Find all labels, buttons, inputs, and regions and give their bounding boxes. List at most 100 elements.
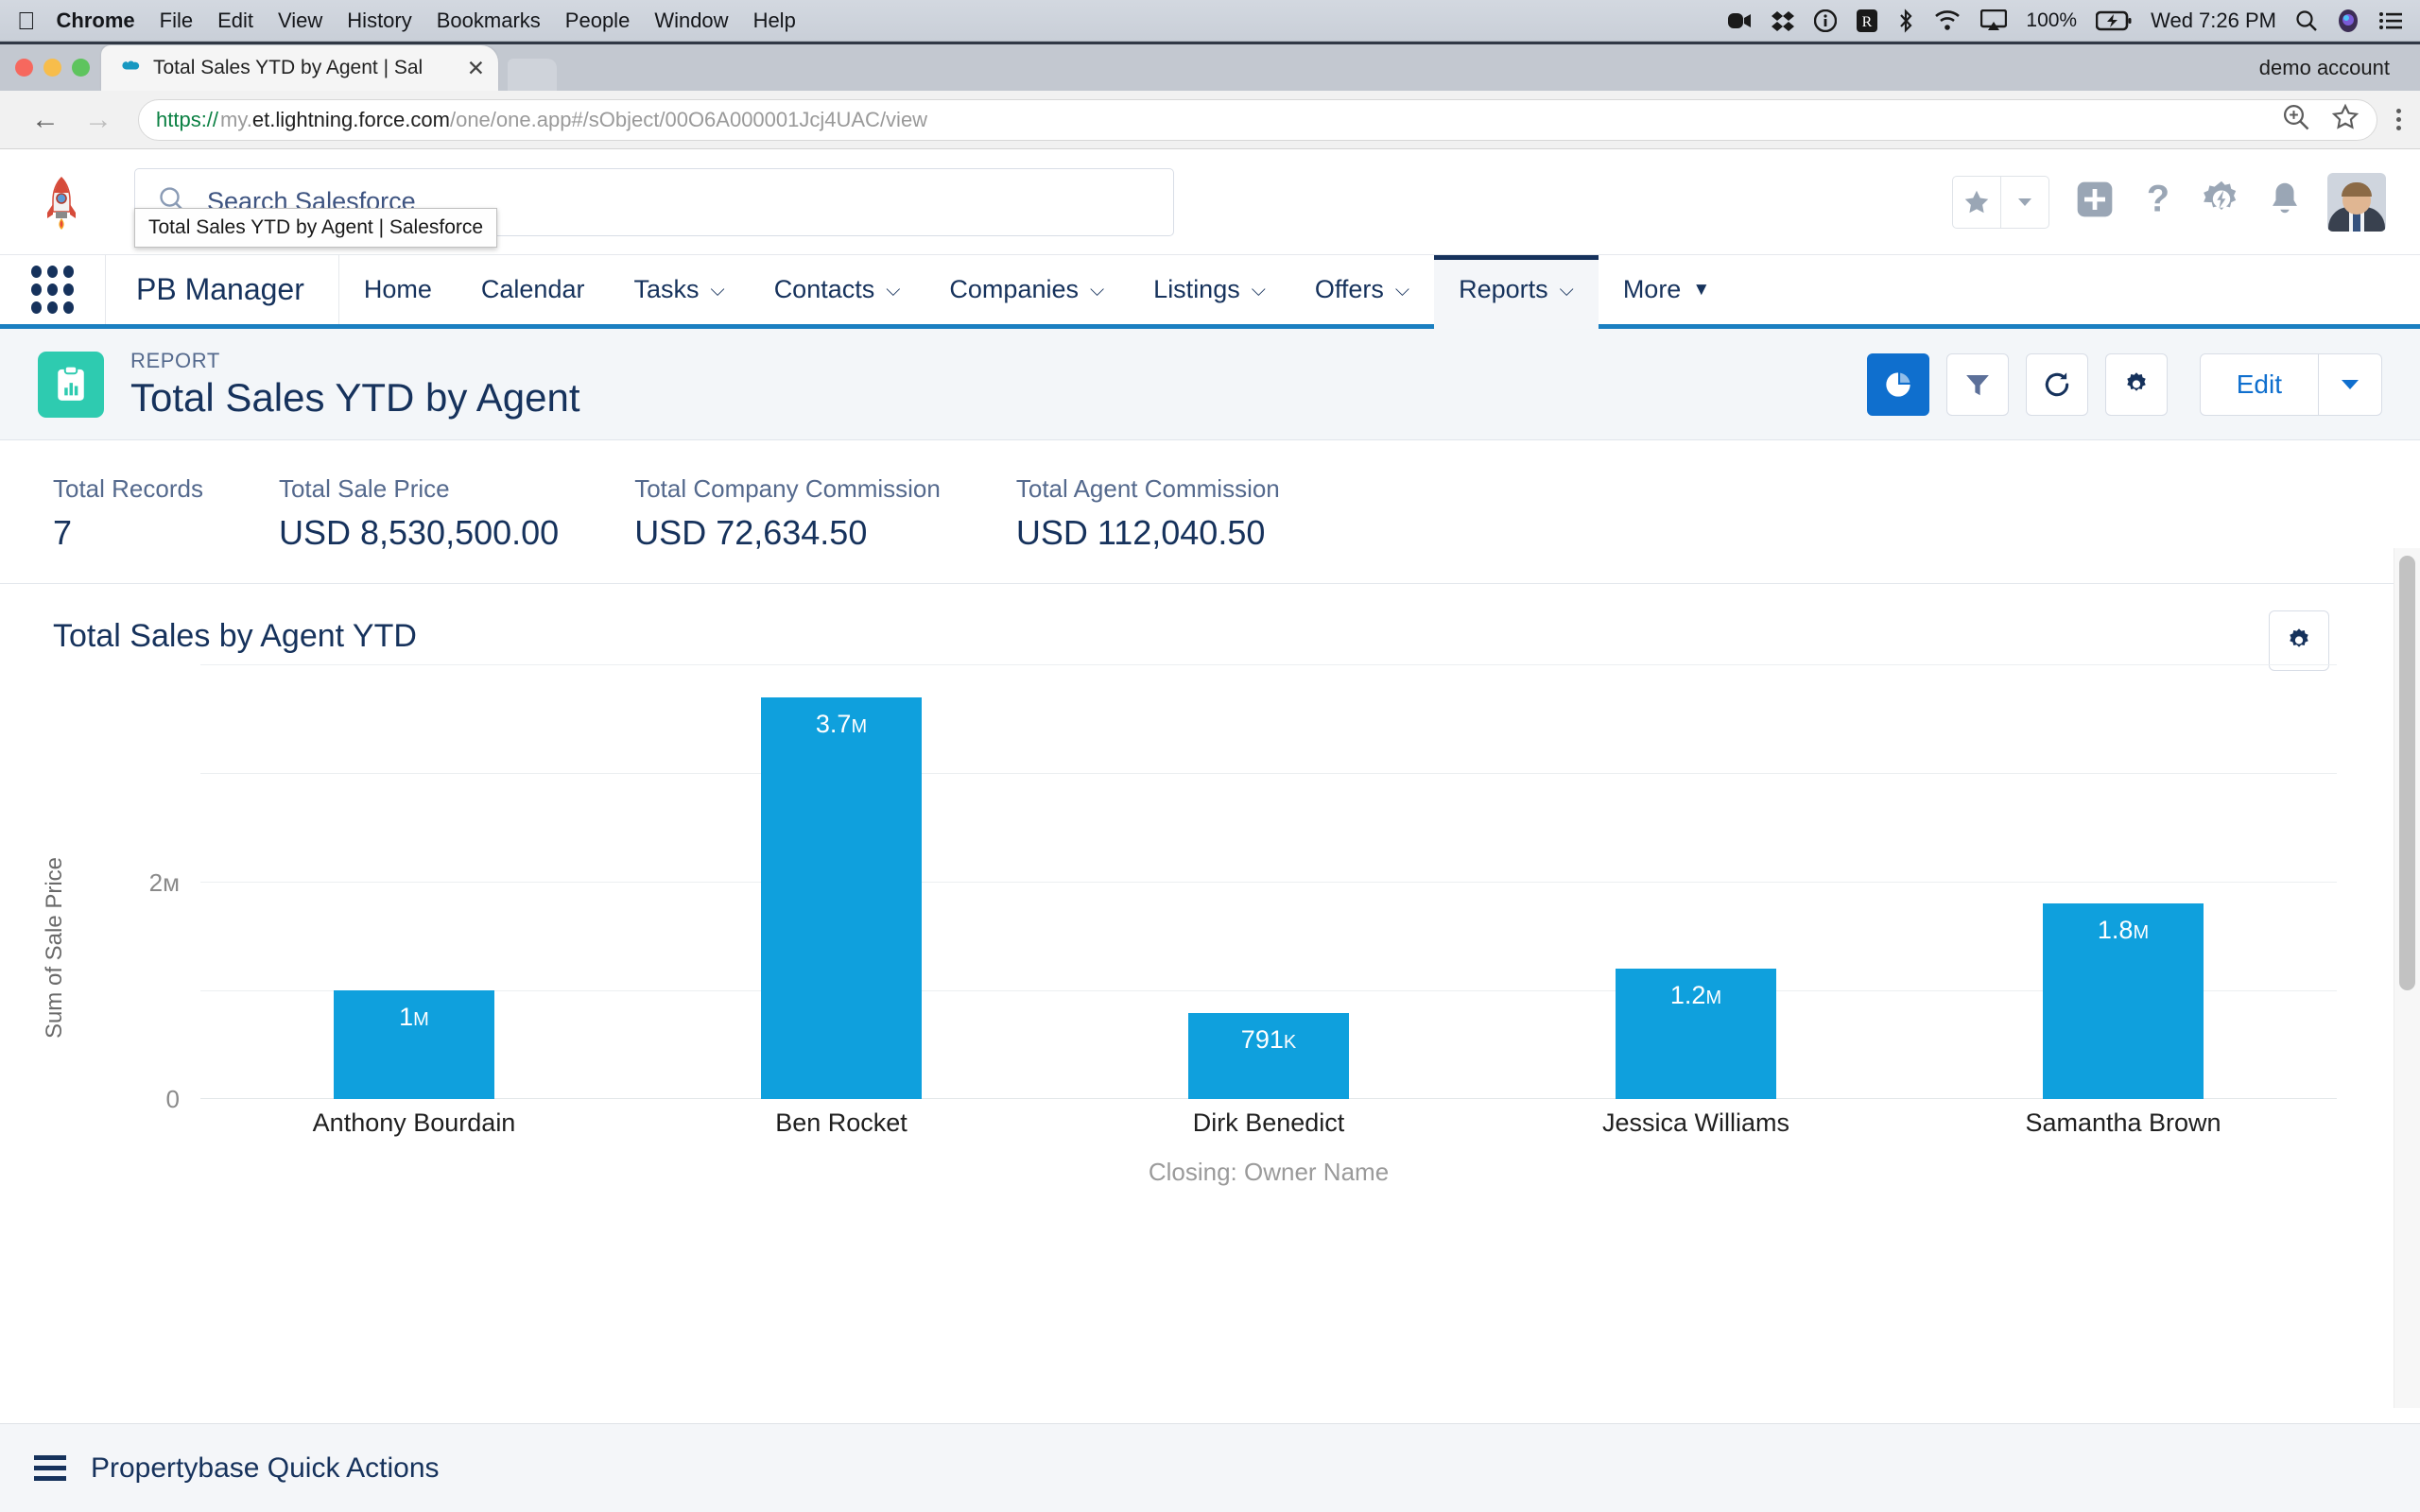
bar-slot: 1M <box>200 664 628 1099</box>
chart-bars-region: 1M 3.7M 791K 1.2M 1.8M <box>200 664 2337 1099</box>
bar[interactable]: 1.2M <box>1616 969 1776 1099</box>
chrome-menu-icon[interactable] <box>2396 109 2401 130</box>
menu-item-bookmarks[interactable]: Bookmarks <box>437 9 541 33</box>
nav-item-listings[interactable]: Listings ⌵ <box>1129 255 1290 324</box>
chart-toggle-button[interactable] <box>1866 352 1929 416</box>
nav-item-more[interactable]: More ▼ <box>1599 255 1735 324</box>
arrow-left-icon[interactable]: ← <box>19 104 72 136</box>
menu-item-people[interactable]: People <box>565 9 631 33</box>
apple-logo-icon[interactable]:  <box>17 9 36 33</box>
zoom-in-icon[interactable] <box>2282 103 2310 137</box>
x-tick-label: Dirk Benedict <box>1192 1108 1345 1137</box>
nav-item-label: Reports <box>1459 275 1548 303</box>
minimize-window-button[interactable] <box>43 59 61 77</box>
metric-value: 7 <box>53 513 73 552</box>
chart-title: Total Sales by Agent YTD <box>53 618 417 654</box>
favorites-group[interactable] <box>1952 175 2049 229</box>
dropbox-icon[interactable] <box>1771 9 1795 32</box>
battery-charging-icon[interactable] <box>2096 10 2132 31</box>
rx-app-icon[interactable]: R <box>1856 9 1878 33</box>
maximize-window-button[interactable] <box>72 59 90 77</box>
chrome-omnibox-bar: ← → https:// my. et.lightning.force.com … <box>0 91 2420 248</box>
bar[interactable]: 791K <box>1188 1013 1349 1099</box>
x-axis-tick-labels: Anthony Bourdain Ben Rocket Dirk Benedic… <box>200 1108 2337 1138</box>
nav-item-label: Companies <box>949 275 1079 303</box>
chevron-down-icon: ⌵ <box>886 279 901 301</box>
report-kicker: REPORT <box>130 348 220 372</box>
edit-button-group: Edit <box>2199 352 2382 416</box>
nav-item-calendar[interactable]: Calendar <box>457 255 610 324</box>
info-circle-icon[interactable] <box>1814 9 1838 32</box>
bookmark-star-icon[interactable] <box>2331 103 2360 137</box>
siri-icon[interactable] <box>2337 9 2360 33</box>
scrollbar-thumb[interactable] <box>2399 556 2415 990</box>
menu-item-view[interactable]: View <box>278 9 322 33</box>
chevron-down-icon: ⌵ <box>1559 279 1574 301</box>
nav-item-reports[interactable]: Reports ⌵ <box>1434 255 1599 329</box>
x-tick-label: Anthony Bourdain <box>312 1108 516 1137</box>
notifications-bell-icon[interactable] <box>2267 180 2303 224</box>
bar[interactable]: 3.7M <box>761 697 922 1099</box>
avatar[interactable] <box>2327 172 2386 232</box>
bar-value-label: 791K <box>1240 1025 1297 1054</box>
chrome-tab-strip: Total Sales YTD by Agent | Sal ✕ demo ac… <box>0 42 2420 91</box>
clock-label[interactable]: Wed 7:26 PM <box>2151 9 2276 33</box>
metric-total-agent-commission: Total Agent Commission USD 112,040.50 <box>978 474 1318 553</box>
metric-label: Total Agent Commission <box>1015 474 1280 503</box>
chart-panel: Total Sales by Agent YTD Sum of Sale Pri… <box>0 584 2420 1236</box>
utility-bar-label[interactable]: Propertybase Quick Actions <box>91 1452 440 1485</box>
nav-item-offers[interactable]: Offers ⌵ <box>1290 255 1434 324</box>
arrow-right-icon[interactable]: → <box>72 104 125 136</box>
menu-item-chrome[interactable]: Chrome <box>57 9 135 33</box>
filter-button[interactable] <box>1945 352 2009 416</box>
global-create-icon[interactable] <box>2074 179 2116 225</box>
bluetooth-icon[interactable] <box>1897 8 1914 33</box>
hamburger-icon[interactable] <box>34 1455 66 1481</box>
close-icon[interactable]: ✕ <box>467 56 485 81</box>
menu-item-edit[interactable]: Edit <box>217 9 253 33</box>
bar-series: 1M 3.7M 791K 1.2M 1.8M <box>200 664 2337 1099</box>
page-scrollbar[interactable] <box>2394 548 2420 1408</box>
rocket-logo-icon[interactable] <box>26 167 96 237</box>
nav-item-tasks[interactable]: Tasks ⌵ <box>609 255 749 324</box>
video-camera-icon[interactable] <box>1727 10 1752 31</box>
bar[interactable]: 1.8M <box>2043 903 2204 1099</box>
help-icon[interactable]: ? <box>2140 179 2176 225</box>
app-launcher-icon[interactable] <box>0 255 106 324</box>
menu-item-history[interactable]: History <box>347 9 411 33</box>
menu-item-help[interactable]: Help <box>753 9 796 33</box>
menu-item-file[interactable]: File <box>160 9 193 33</box>
browser-tab[interactable]: Total Sales YTD by Agent | Sal ✕ <box>101 45 498 91</box>
chrome-profile-label[interactable]: demo account <box>2259 56 2390 80</box>
search-icon[interactable] <box>2295 9 2318 32</box>
menu-item-window[interactable]: Window <box>654 9 728 33</box>
metric-total-records: Total Records 7 <box>0 474 241 553</box>
metric-label: Total Records <box>53 474 203 503</box>
refresh-button[interactable] <box>2025 352 2088 416</box>
nav-item-companies[interactable]: Companies ⌵ <box>925 255 1129 324</box>
favorites-dropdown-icon[interactable] <box>2001 177 2048 228</box>
address-bar[interactable]: https:// my. et.lightning.force.com /one… <box>138 98 2377 141</box>
nav-item-label: Home <box>363 275 432 303</box>
x-tick-label: Jessica Williams <box>1601 1108 1790 1137</box>
airplay-icon[interactable] <box>1980 9 2008 32</box>
bar[interactable]: 1M <box>334 990 494 1099</box>
close-window-button[interactable] <box>15 59 33 77</box>
nav-item-contacts[interactable]: Contacts ⌵ <box>750 255 925 324</box>
notification-center-icon[interactable] <box>2378 11 2403 30</box>
report-settings-button[interactable] <box>2104 352 2168 416</box>
nav-item-home[interactable]: Home <box>339 255 457 324</box>
new-tab-button[interactable] <box>508 59 557 91</box>
omnibox-actions <box>2267 103 2360 137</box>
wifi-icon[interactable] <box>1933 9 1962 31</box>
edit-button[interactable]: Edit <box>2201 354 2318 415</box>
setup-gear-icon[interactable] <box>2201 179 2242 225</box>
caret-down-icon[interactable] <box>2319 354 2381 415</box>
bar-slot: 1.8M <box>1910 664 2337 1099</box>
bar-slot: 3.7M <box>628 664 1055 1099</box>
page-title: Total Sales YTD by Agent <box>130 374 580 420</box>
favorites-star-icon[interactable] <box>1953 177 2000 228</box>
app-name-label[interactable]: PB Manager <box>106 255 339 324</box>
chart-settings-button[interactable] <box>2269 610 2329 671</box>
chevron-down-icon: ⌵ <box>1090 279 1105 301</box>
